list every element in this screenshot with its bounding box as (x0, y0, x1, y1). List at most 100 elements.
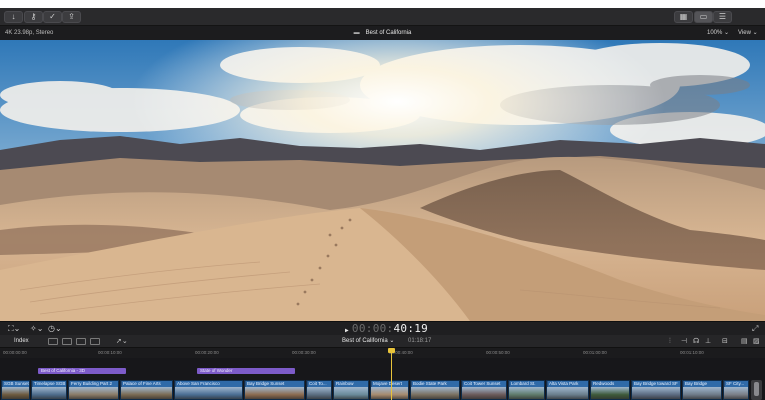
import-button[interactable]: ↓ (4, 11, 23, 23)
fullscreen-icon[interactable]: ⤢ (752, 324, 758, 334)
clip-thumbnail (591, 387, 629, 399)
timeline-index-icon[interactable]: ▤ (741, 335, 748, 348)
clip-thumbnail (334, 387, 368, 399)
ruler-tick-label: 00:00:50:00 (486, 350, 510, 355)
playhead[interactable] (391, 348, 392, 400)
clip-appearance-icon[interactable]: ⊟ (722, 335, 728, 348)
timecode-leading: 00:00: (351, 322, 394, 335)
top-toolbar: ↓ ⚷ ✓ ⇪ ▦ ▭ ☰ (0, 8, 765, 26)
index-button[interactable]: Index (14, 335, 29, 348)
append-clip-icon[interactable] (48, 338, 58, 345)
transform-tool-icon[interactable]: ✧⌄ (30, 324, 43, 334)
timeline-clip[interactable]: Bay Bridge Sunset (244, 380, 305, 400)
view-menu-label: View (738, 30, 751, 36)
overwrite-clip-icon[interactable] (90, 338, 100, 345)
sliders-icon: ☰ (718, 12, 727, 21)
audio-waveform-icon[interactable]: ⫶ (669, 335, 671, 348)
clip-thumbnail (547, 387, 588, 399)
ruler-tick-label: 00:01:10:00 (680, 350, 704, 355)
clip-thumbnail (509, 387, 544, 399)
select-tool-icon[interactable]: ➚⌄ (116, 335, 128, 348)
chevron-down-icon: ⌄ (752, 30, 758, 36)
clip-thumbnail (307, 387, 331, 399)
timeline-icon: ▭ (699, 12, 708, 21)
timeline-clip[interactable]: SF City... (723, 380, 749, 400)
ruler-tick-label: 00:00:10:00 (98, 350, 122, 355)
inspector-toggle-button[interactable]: ☰ (713, 11, 732, 23)
key-icon: ⚷ (30, 12, 37, 21)
headphones-icon[interactable]: ☊ (693, 335, 699, 348)
connect-clip-icon[interactable] (76, 338, 86, 345)
clip-thumbnail (462, 387, 506, 399)
timeline-clip[interactable]: Bodie State Park (410, 380, 460, 400)
timeline-clip[interactable]: Rainbow (333, 380, 369, 400)
chevron-down-icon: ⌄ (389, 338, 395, 344)
checkmark-circle-icon: ✓ (49, 12, 56, 21)
title-clip[interactable]: Best of California - 3D (38, 368, 126, 374)
timeline-ruler[interactable]: 00:00:00:00 00:00:10:00 00:00:20:00 00:0… (0, 348, 765, 358)
keywords-button[interactable]: ⚷ (24, 11, 43, 23)
share-icon: ⇪ (68, 12, 75, 21)
timeline-clip[interactable]: Lombard St. (508, 380, 545, 400)
view-menu[interactable]: View ⌄ (738, 26, 758, 40)
timeline-clip[interactable]: Ferry Building Part 2 (68, 380, 119, 400)
clip-thumbnail (411, 387, 459, 399)
crop-tool-icon[interactable]: ⛶⌄ (8, 324, 20, 334)
zoom-menu[interactable]: 100% ⌄ (707, 26, 729, 40)
timeline-header: Index ➚⌄ Best of California ⌄ 01:18:17 ⫶… (0, 335, 765, 348)
clip-thumbnail (69, 387, 118, 399)
transport-bar: ⛶⌄ ✧⌄ ◷⌄ ▶ 00:00:40:19 ⤢ (0, 321, 765, 335)
timecode-current: 40:19 (393, 322, 429, 335)
share-button[interactable]: ⇪ (62, 11, 81, 23)
ruler-tick-label: 00:00:00:00 (3, 350, 27, 355)
timeline-clip[interactable]: Redwoods (590, 380, 630, 400)
background-tasks-button[interactable]: ✓ (43, 11, 62, 23)
clip-thumbnail (724, 387, 748, 399)
timeline-clip[interactable]: Bay Bridge (682, 380, 722, 400)
title-clip[interactable]: State of Wonder (197, 368, 295, 374)
snapping-icon[interactable]: ⊥ (705, 335, 711, 348)
viewer-header: 4K 23.98p, Stereo ▬ Best of California 10… (0, 26, 765, 40)
timeline-clip[interactable]: Coit Tower Sunset (461, 380, 507, 400)
effects-icon[interactable]: ▨ (753, 335, 760, 348)
grid-icon: ▦ (679, 12, 688, 21)
final-cut-window: ↓ ⚷ ✓ ⇪ ▦ ▭ ☰ 4K 23.98p, Stereo ▬ Best of… (0, 8, 765, 400)
app: ↓ ⚷ ✓ ⇪ ▦ ▭ ☰ 4K 23.98p, Stereo ▬ Best of… (0, 0, 765, 400)
timeline-toggle-button[interactable]: ▭ (694, 11, 713, 23)
timecode-display[interactable]: ▶ 00:00:40:19 (345, 322, 428, 336)
clip-thumbnail (683, 387, 721, 399)
timeline-scroll-handle[interactable] (754, 382, 759, 396)
timeline-track-area[interactable]: Best of California - 3D State of Wonder … (0, 358, 765, 400)
viewer-project-title: ▬ Best of California (0, 26, 765, 40)
timeline-clip[interactable]: Mojave Desert (370, 380, 409, 400)
timeline-project-menu[interactable]: Best of California ⌄ (342, 335, 394, 348)
clip-thumbnail (632, 387, 680, 399)
skimming-icon[interactable]: ⊣ (681, 335, 687, 348)
timeline-duration: 01:18:17 (408, 338, 432, 344)
playhead-handle[interactable] (388, 348, 395, 353)
video-viewer[interactable] (0, 40, 765, 321)
ruler-tick-label: 00:01:00:00 (583, 350, 607, 355)
timeline-clip[interactable]: Alta Vista Park (546, 380, 589, 400)
clip-thumbnail (175, 387, 242, 399)
clip-thumbnail (2, 387, 29, 399)
timeline-clip[interactable]: Timelapse SGB (31, 380, 67, 400)
clip-thumbnail (32, 387, 66, 399)
timeline-clip[interactable]: SGB Sunset (1, 380, 30, 400)
zoom-value: 100% (707, 30, 723, 36)
chevron-down-icon: ⌄ (724, 30, 730, 36)
timeline-clip[interactable]: Bay Bridge toward SF (631, 380, 681, 400)
film-icon: ▬ (353, 30, 360, 36)
insert-clip-icon[interactable] (62, 338, 72, 345)
speed-tool-icon[interactable]: ◷⌄ (48, 324, 62, 334)
timeline-clip[interactable]: Above San Francisco (174, 380, 243, 400)
browser-toggle-button[interactable]: ▦ (674, 11, 693, 23)
timeline-clip[interactable]: Coit To... (306, 380, 332, 400)
timeline-project-name: Best of California (342, 338, 388, 344)
clip-thumbnail (245, 387, 304, 399)
play-icon[interactable]: ▶ (345, 327, 349, 334)
ruler-tick-label: 00:00:20:00 (195, 350, 219, 355)
timeline-clip[interactable]: Palace of Fine Arts (120, 380, 173, 400)
project-title-text: Best of California (365, 30, 412, 36)
download-arrow-icon: ↓ (11, 12, 16, 21)
